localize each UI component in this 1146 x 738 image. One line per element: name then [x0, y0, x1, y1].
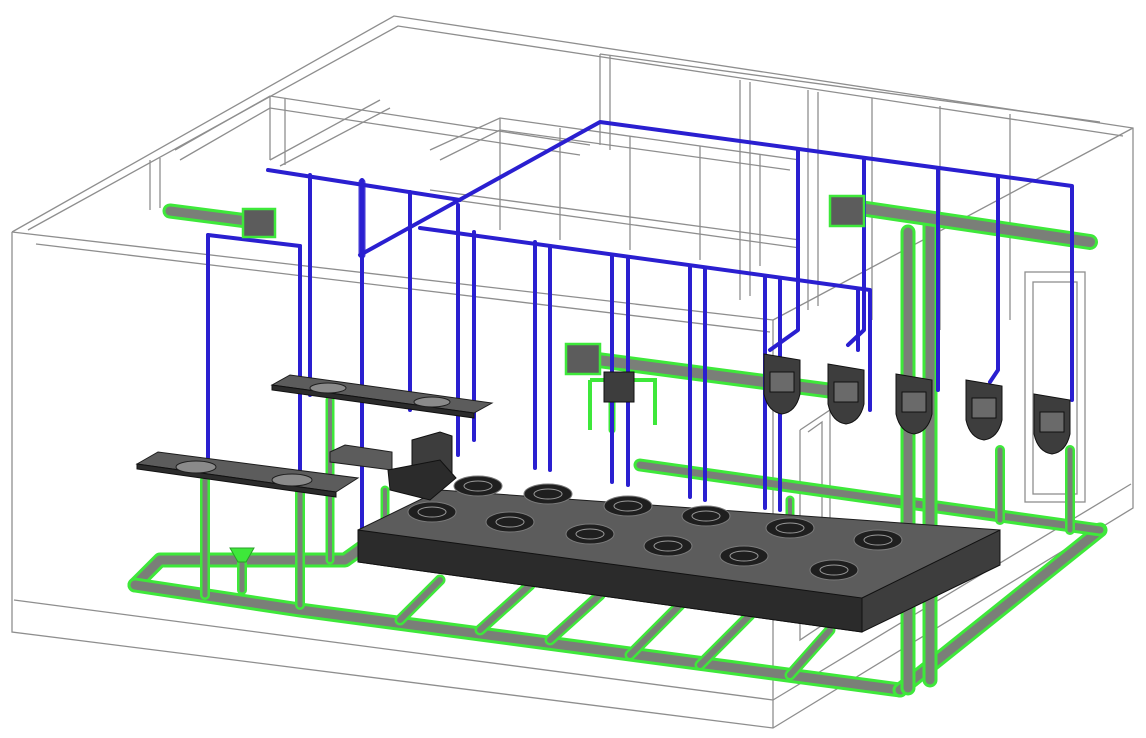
- urinal-5: [1033, 393, 1071, 455]
- lavatory-counter-left: [135, 451, 360, 498]
- floor-fixture-9: [565, 523, 615, 545]
- urinal-2: [827, 363, 865, 425]
- plumbing-isometric-scene: [11, 15, 1134, 729]
- stall-front-line: [429, 189, 801, 241]
- urinal-1: [763, 353, 801, 415]
- floor-fixture-8: [485, 511, 535, 533]
- front-top-edge: [11, 231, 774, 321]
- floor-fixture-12: [809, 559, 859, 581]
- floor-fixture-7: [407, 501, 457, 523]
- plumbing-3d-view[interactable]: [0, 0, 1146, 738]
- urinal-4: [965, 379, 1003, 441]
- front-wall-inner: [35, 243, 771, 333]
- back-room-line: [599, 53, 1101, 123]
- stall-front-line-2: [439, 197, 801, 249]
- floor-fixture-2: [523, 483, 573, 505]
- diag-wall-1-inner: [279, 107, 391, 167]
- floor-fixture-5: [765, 517, 815, 539]
- floor-fixture-3: [603, 495, 653, 517]
- drain-piping-system: [127, 200, 1108, 698]
- floor-fixture-11: [719, 545, 769, 567]
- diag-wall-1: [269, 99, 381, 161]
- right-door-frame: [1024, 271, 1086, 503]
- water-closet: [329, 431, 457, 501]
- room-mid-wall-inner: [439, 129, 791, 171]
- floor-fixture-4: [681, 505, 731, 527]
- water-heater-right: [828, 194, 866, 228]
- floor-fixture-1: [453, 475, 503, 497]
- water-heater-left: [241, 207, 277, 239]
- floor-fixture-10: [643, 535, 693, 557]
- supply-main-b: [358, 120, 1074, 402]
- urinals: [763, 353, 1071, 455]
- floor-fixture-6: [853, 529, 903, 551]
- urinal-3: [895, 373, 933, 435]
